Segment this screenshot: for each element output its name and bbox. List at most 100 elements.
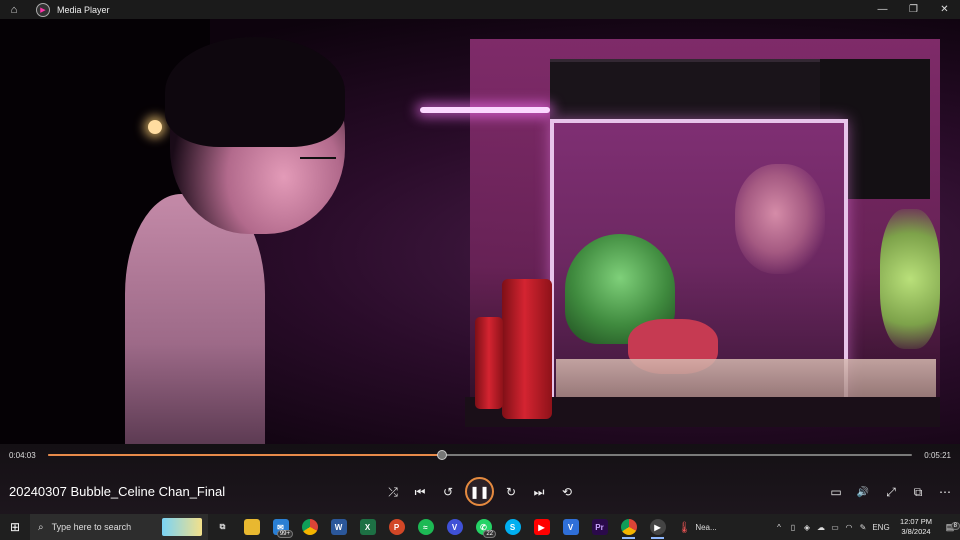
aquarium-lamp [420,107,550,113]
vpn-button[interactable]: V [440,514,469,540]
excel-button[interactable]: X [353,514,382,540]
notification-badge: 8 [950,521,960,530]
powerpoint-button[interactable]: P [382,514,411,540]
word-icon: W [330,519,347,535]
vscode-v-button[interactable]: V [556,514,585,540]
pen-icon[interactable]: ✎ [856,523,870,532]
battery-icon[interactable]: ▭ [828,523,842,532]
youtube-button[interactable]: ▶ [527,514,556,540]
more-icon: ⋯ [939,485,951,499]
caption-icon: ▭ [830,485,842,499]
folder-icon [243,519,260,535]
search-highlight-image [162,518,202,536]
system-tray: ^ ▯ ◈ ☁ ▭ ◠ ✎ ENG 12:07 PM 3/8/2024 ▤ 8 [772,514,960,540]
shuffle-icon: ⤮ [388,484,398,499]
fullscreen-icon: ⤢ [886,484,896,499]
search-placeholder: Type here to search [51,522,132,532]
windows-logo-icon: ⊞ [9,520,21,534]
file-explorer-button[interactable] [237,514,266,540]
premiere-button[interactable]: Pr [585,514,614,540]
miniplayer-button[interactable]: ⧉ [907,482,929,502]
weather-label: Nea... [695,522,717,532]
total-time: 0:05:21 [924,451,951,460]
rewind-10-button[interactable]: ↺ [437,482,459,502]
premiere-icon: Pr [591,519,608,535]
clock-time: 12:07 PM [899,517,933,526]
red-jar-small [475,317,503,409]
aquarium-lid [550,59,850,122]
person-glasses [300,157,336,159]
clock[interactable]: 12:07 PM 3/8/2024 [892,517,940,537]
skype-icon: S [504,519,521,535]
mail-badge: 99+ [276,530,293,538]
chrome-icon [301,519,318,535]
search-icon: ⌕ [38,521,44,533]
window-controls: — ❐ ✕ [867,0,960,19]
v-app-icon: V [446,519,463,535]
volume-icon: 🔊 [856,486,870,498]
language-indicator[interactable]: ENG [870,523,892,532]
media-player-taskbar-button[interactable]: ▶ [643,514,672,540]
mail-button[interactable]: ✉ 99+ [266,514,295,540]
forward-30-button[interactable]: ↻ [500,482,522,502]
shuffle-button[interactable]: ⤮ [382,482,404,502]
spotify-button[interactable]: ≈ [411,514,440,540]
rewind-icon: ↺ [442,485,454,499]
play-pause-button[interactable]: ❚❚ [465,477,494,506]
skype-button[interactable]: S [498,514,527,540]
cloud-icon[interactable]: ☁ [814,523,828,532]
next-button[interactable]: ⏭ [528,482,550,502]
device-icon[interactable]: ▯ [786,523,800,532]
dropbox-icon[interactable]: ◈ [800,523,814,532]
thermometer-icon: 🌡 [677,521,692,534]
media-player-icon: ▶ [649,519,666,535]
task-view-button[interactable]: ⧉ [208,514,237,540]
spotify-icon: ≈ [417,519,434,535]
forward-icon: ↻ [505,485,517,499]
home-icon[interactable]: ⌂ [6,2,22,18]
task-view-icon: ⧉ [219,522,226,531]
chrome-button[interactable] [295,514,324,540]
repeat-button[interactable]: ⟲ [556,482,578,502]
seek-progress [48,454,443,456]
word-button[interactable]: W [324,514,353,540]
miniplayer-icon: ⧉ [913,484,923,499]
clock-date: 3/8/2024 [901,527,931,536]
taskbar-search[interactable]: ⌕ Type here to search [30,514,208,540]
elapsed-time: 0:04:03 [9,451,36,460]
media-player-logo-icon: ▶ [36,2,50,17]
wifi-icon[interactable]: ◠ [842,523,856,532]
person-hair [165,37,345,147]
pause-icon: ❚❚ [469,484,490,499]
chrome-active-button[interactable] [614,514,643,540]
maximize-button[interactable]: ❐ [898,0,929,19]
seek-bar[interactable] [48,450,912,460]
chrome-icon [620,519,637,535]
video-frame[interactable] [0,19,960,444]
app-title: Media Player [57,4,110,15]
minimize-button[interactable]: — [867,0,898,19]
close-button[interactable]: ✕ [929,0,960,19]
captions-button[interactable]: ▭ [825,482,847,502]
media-title: 20240307 Bubble_Celine Chan_Final [9,484,226,499]
weather-widget[interactable]: 🌡 Nea... [672,514,722,540]
youtube-icon: ▶ [533,519,550,535]
seek-thumb[interactable] [437,450,448,460]
v-blue-icon: V [562,519,579,535]
more-options-button[interactable]: ⋯ [934,482,956,502]
taskbar: ⊞ ⌕ Type here to search ⧉ ✉ 99+ W X P ≈ V… [0,514,960,540]
fullscreen-button[interactable]: ⤢ [880,482,902,502]
red-jar-large [502,279,552,419]
title-bar: ⌂ ▶ Media Player — ❐ ✕ [0,0,960,19]
whatsapp-button[interactable]: ✆ 22 [469,514,498,540]
aquarium-plant-right [880,209,940,349]
aquarium-gravel [556,359,936,397]
player-controls: 0:04:03 0:05:21 20240307 Bubble_Celine C… [0,444,960,514]
powerpoint-icon: P [388,519,405,535]
chevron-up-icon[interactable]: ^ [772,523,786,532]
previous-button[interactable]: ⏮ [409,482,431,502]
notification-center-button[interactable]: ▤ 8 [940,521,960,533]
face-reflection [735,164,825,274]
volume-button[interactable]: 🔊 [852,482,874,502]
start-button[interactable]: ⊞ [0,514,30,540]
